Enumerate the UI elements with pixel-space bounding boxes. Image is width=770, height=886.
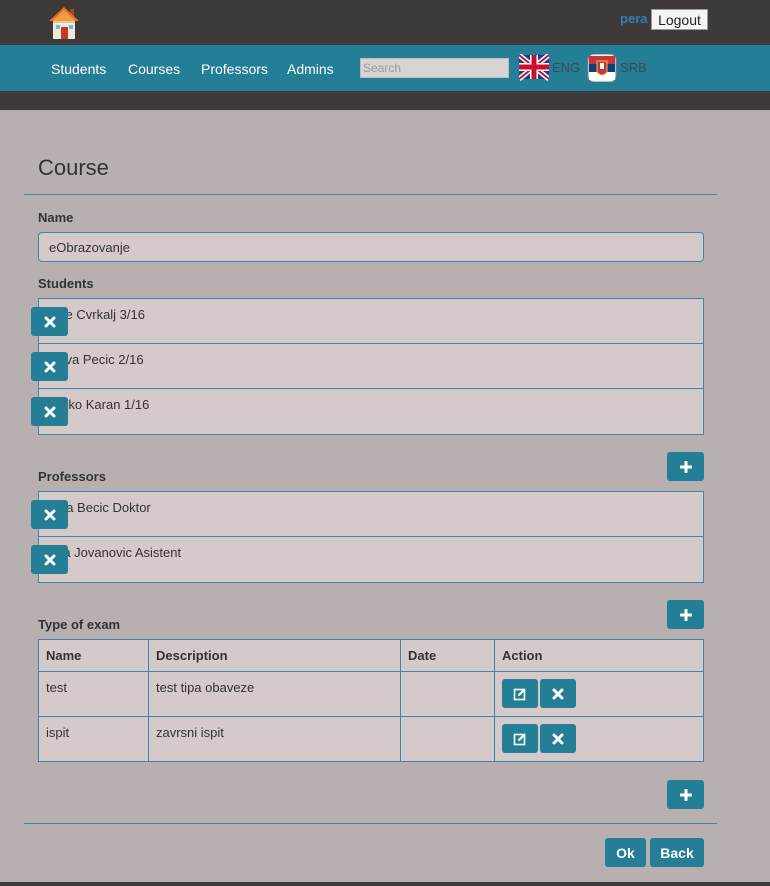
exam-name-cell: ispit [38, 716, 149, 762]
exam-date-cell [400, 716, 495, 762]
list-item: Mika Becic Doktor [31, 492, 703, 537]
nav-item-students[interactable]: Students [51, 61, 106, 77]
remove-professor-button[interactable] [31, 545, 68, 574]
list-item: Rale Cvrkalj 3/16 [31, 299, 703, 344]
exam-description-cell: zavrsni ispit [148, 716, 401, 762]
top-bar: pera Logout [0, 0, 770, 45]
page-title: Course [38, 155, 109, 180]
logout-button[interactable]: Logout [651, 9, 708, 30]
lang-srb[interactable]: SRB [620, 60, 647, 75]
delete-exam-button[interactable] [540, 724, 576, 753]
course-form: Course Name Students Rale Cvrkalj 3/16 S… [0, 110, 770, 882]
add-exam-type-button[interactable] [667, 780, 704, 809]
remove-professor-button[interactable] [31, 500, 68, 529]
exam-type-table: Name Description Date Action test test t… [38, 639, 704, 762]
plus-icon [679, 460, 692, 473]
column-header-description: Description [148, 639, 401, 672]
list-item: Zika Jovanovic Asistent [31, 537, 703, 582]
close-icon [44, 509, 55, 520]
name-label: Name [38, 210, 74, 225]
uk-flag-icon[interactable] [517, 53, 551, 82]
add-professor-button[interactable] [667, 600, 704, 629]
username-label[interactable]: pera [620, 11, 647, 26]
main-navbar: Students Courses Professors Admins ENG S… [0, 45, 770, 91]
table-row: ispit zavrsni ispit [38, 716, 704, 762]
close-icon [44, 406, 55, 417]
list-item: Steva Pecic 2/16 [31, 344, 703, 389]
list-item: Marko Karan 1/16 [31, 389, 703, 434]
close-icon [552, 733, 564, 744]
back-button[interactable]: Back [650, 838, 704, 867]
house-icon[interactable] [47, 5, 81, 41]
plus-icon [679, 608, 692, 621]
search-input[interactable] [360, 58, 509, 78]
nav-item-admins[interactable]: Admins [287, 61, 334, 77]
plus-icon [679, 788, 692, 801]
close-icon [552, 688, 564, 699]
table-header-row: Name Description Date Action [38, 639, 704, 672]
edit-exam-button[interactable] [502, 724, 538, 753]
nav-shadow-strip [0, 91, 770, 110]
serbia-flag-icon[interactable] [587, 53, 617, 83]
close-icon [44, 554, 55, 565]
exam-type-label: Type of exam [38, 617, 121, 632]
nav-item-courses[interactable]: Courses [128, 61, 180, 77]
students-list: Rale Cvrkalj 3/16 Steva Pecic 2/16 Marko… [31, 298, 704, 435]
students-label: Students [38, 276, 94, 291]
column-header-action: Action [494, 639, 704, 672]
exam-actions-cell [494, 671, 704, 717]
divider [24, 823, 717, 824]
nav-item-professors[interactable]: Professors [201, 61, 268, 77]
table-row: test test tipa obaveze [38, 671, 704, 717]
add-student-button[interactable] [667, 452, 704, 481]
column-header-name: Name [38, 639, 149, 672]
footer-strip [0, 882, 770, 886]
professors-label: Professors [38, 469, 106, 484]
ok-button[interactable]: Ok [605, 838, 646, 867]
divider [24, 194, 717, 195]
remove-student-button[interactable] [31, 307, 68, 336]
edit-icon [513, 688, 526, 700]
remove-student-button[interactable] [31, 397, 68, 426]
exam-description-cell: test tipa obaveze [148, 671, 401, 717]
edit-exam-button[interactable] [502, 679, 538, 708]
edit-icon [513, 733, 526, 745]
lang-eng[interactable]: ENG [552, 60, 580, 75]
remove-student-button[interactable] [31, 352, 68, 381]
exam-name-cell: test [38, 671, 149, 717]
close-icon [44, 316, 55, 327]
close-icon [44, 361, 55, 372]
exam-date-cell [400, 671, 495, 717]
column-header-date: Date [400, 639, 495, 672]
delete-exam-button[interactable] [540, 679, 576, 708]
exam-actions-cell [494, 716, 704, 762]
course-name-input[interactable] [38, 232, 704, 262]
professors-list: Mika Becic Doktor Zika Jovanovic Asisten… [31, 491, 704, 583]
